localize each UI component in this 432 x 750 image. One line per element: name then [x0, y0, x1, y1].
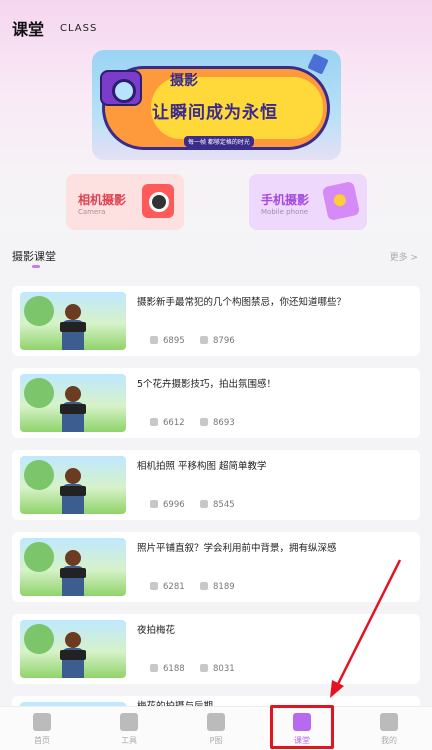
- view-count: 8545: [200, 500, 235, 510]
- tab-label: P图: [209, 736, 223, 745]
- lesson-title: 夜拍梅花: [137, 625, 176, 636]
- view-count-value: 8545: [213, 500, 235, 510]
- profile-icon: [380, 713, 398, 731]
- thumbs-up-icon: [150, 500, 158, 508]
- like-count: 6281: [150, 582, 185, 592]
- like-count: 6895: [150, 336, 185, 346]
- mobile-phone-icon: [321, 181, 361, 221]
- banner-headline-large: 让瞬间成为永恒: [152, 103, 278, 123]
- like-count-value: 6612: [163, 418, 185, 428]
- eye-icon: [200, 582, 208, 590]
- phone-card-title: 手机摄影: [261, 193, 310, 207]
- tree-shape: [24, 624, 54, 654]
- like-count: 6612: [150, 418, 185, 428]
- tool-icon: [120, 713, 138, 731]
- view-count-value: 8796: [213, 336, 235, 346]
- view-count-value: 8189: [213, 582, 235, 592]
- photographer-illustration: [60, 550, 86, 596]
- tab-profile[interactable]: 我的: [353, 707, 425, 750]
- lesson-thumbnail: [20, 538, 126, 596]
- section-header: 摄影课堂 更多 >: [12, 248, 420, 272]
- view-count-value: 8031: [213, 664, 235, 674]
- camera-icon: [142, 184, 174, 218]
- eye-icon: [200, 664, 208, 672]
- phone-photography-card[interactable]: 手机摄影 Mobile phone: [249, 174, 367, 230]
- section-title-underline: [32, 265, 40, 268]
- tree-shape: [24, 296, 54, 326]
- page-title: 课堂: [12, 20, 45, 39]
- tree-shape: [24, 460, 54, 490]
- page-subtitle: CLASS: [60, 23, 98, 34]
- camera-card-title: 相机摄影: [78, 193, 127, 207]
- tab-tools[interactable]: 工具: [93, 707, 165, 750]
- image-edit-icon: [207, 713, 225, 731]
- lesson-thumbnail: [20, 374, 126, 432]
- photographer-illustration: [60, 632, 86, 678]
- lesson-title: 5个花卉摄影技巧，拍出氛围感！: [137, 379, 277, 390]
- thumbs-up-icon: [150, 664, 158, 672]
- like-count: 6996: [150, 500, 185, 510]
- camera-card-subtitle: Camera: [78, 208, 106, 216]
- tree-shape: [24, 542, 54, 572]
- lesson-title: 摄影新手最常犯的几个构图禁忌，你还知道哪些？: [137, 297, 347, 308]
- photographer-illustration: [60, 304, 86, 350]
- lesson-title: 照片平铺直叙？学会利用前中背景，拥有纵深感: [137, 543, 337, 554]
- page-header: 课堂 CLASS: [0, 0, 432, 44]
- cube-icon: [307, 53, 329, 75]
- video-camera-icon: [100, 70, 142, 106]
- promo-banner[interactable]: 摄影 让瞬间成为永恒 每一帧 都够定格的时光: [92, 50, 341, 160]
- tab-label: 我的: [381, 736, 397, 745]
- thumbs-up-icon: [150, 336, 158, 344]
- tab-label: 工具: [121, 736, 137, 745]
- like-count-value: 6895: [163, 336, 185, 346]
- annotation-highlight-box: [270, 705, 334, 749]
- bottom-tab-bar: 首页 工具 P图 课堂 我的: [0, 706, 432, 750]
- tree-shape: [24, 378, 54, 408]
- section-title: 摄影课堂: [12, 250, 56, 263]
- like-count-value: 6996: [163, 500, 185, 510]
- like-count: 6188: [150, 664, 185, 674]
- eye-icon: [200, 336, 208, 344]
- photographer-illustration: [60, 468, 86, 514]
- lesson-thumbnail: [20, 456, 126, 514]
- camera-photography-card[interactable]: 相机摄影 Camera: [66, 174, 184, 230]
- banner-tagline: 每一帧 都够定格的时光: [184, 136, 254, 147]
- list-item[interactable]: 照片平铺直叙？学会利用前中背景，拥有纵深感 6281 8189: [12, 532, 420, 602]
- list-item[interactable]: 夜拍梅花 6188 8031: [12, 614, 420, 684]
- view-count-value: 8693: [213, 418, 235, 428]
- list-item[interactable]: 摄影新手最常犯的几个构图禁忌，你还知道哪些？ 6895 8796: [12, 286, 420, 356]
- lesson-thumbnail: [20, 292, 126, 350]
- home-icon: [33, 713, 51, 731]
- phone-card-subtitle: Mobile phone: [261, 208, 309, 216]
- view-count: 8796: [200, 336, 235, 346]
- view-count: 8189: [200, 582, 235, 592]
- view-count: 8693: [200, 418, 235, 428]
- thumbs-up-icon: [150, 418, 158, 426]
- lesson-thumbnail: [20, 620, 126, 678]
- thumbs-up-icon: [150, 582, 158, 590]
- tab-photo-edit[interactable]: P图: [180, 707, 252, 750]
- lesson-list: 摄影新手最常犯的几个构图禁忌，你还知道哪些？ 6895 8796 5个花卉摄影技…: [12, 286, 420, 722]
- lesson-title: 相机拍照 平移构图 超简单教学: [137, 461, 267, 472]
- list-item[interactable]: 相机拍照 平移构图 超简单教学 6996 8545: [12, 450, 420, 520]
- view-count: 8031: [200, 664, 235, 674]
- eye-icon: [200, 500, 208, 508]
- more-link[interactable]: 更多 >: [390, 250, 418, 263]
- like-count-value: 6281: [163, 582, 185, 592]
- like-count-value: 6188: [163, 664, 185, 674]
- eye-icon: [200, 418, 208, 426]
- banner-headline-small: 摄影: [170, 73, 198, 89]
- photographer-illustration: [60, 386, 86, 432]
- list-item[interactable]: 5个花卉摄影技巧，拍出氛围感！ 6612 8693: [12, 368, 420, 438]
- tab-label: 首页: [34, 736, 50, 745]
- tab-home[interactable]: 首页: [6, 707, 78, 750]
